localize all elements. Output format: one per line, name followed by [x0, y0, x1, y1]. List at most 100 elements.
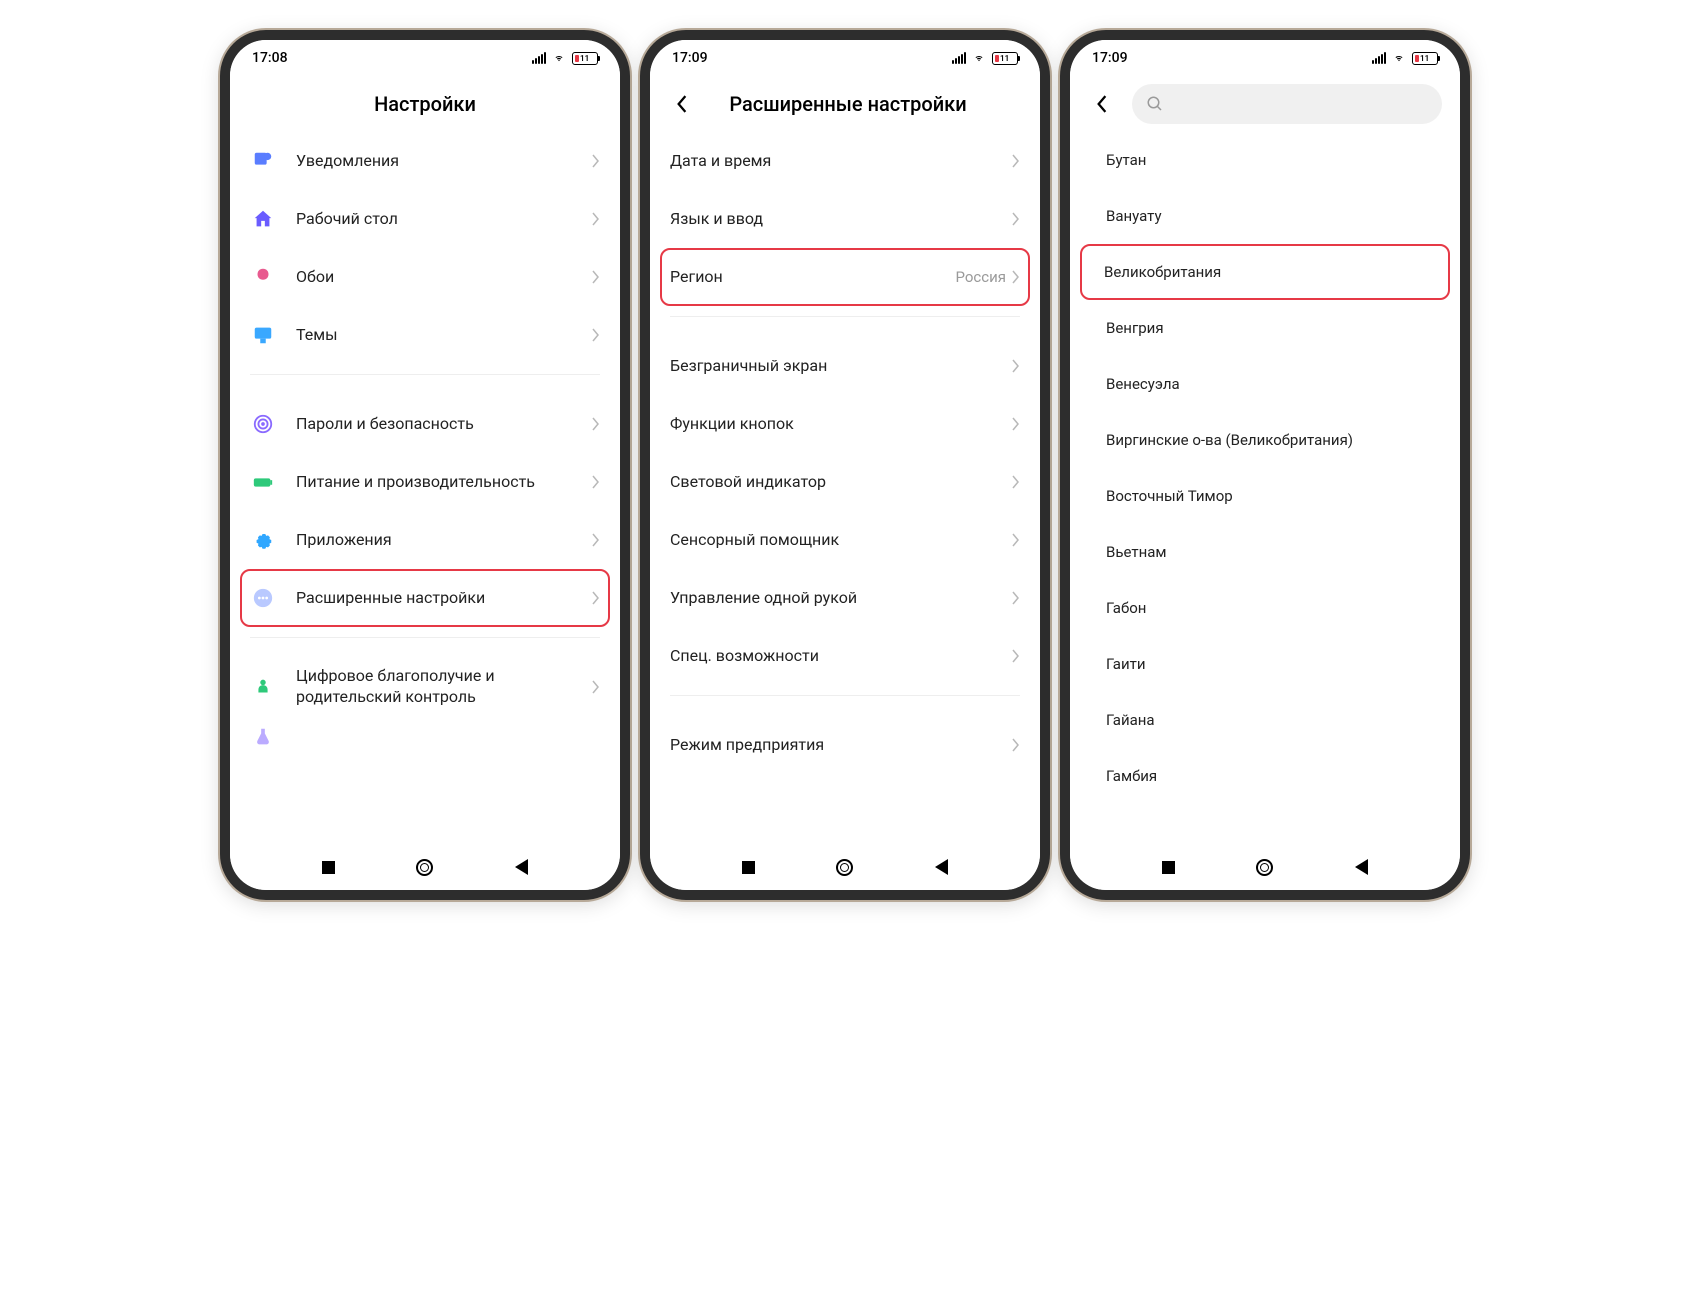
search-icon [1146, 95, 1164, 113]
chevron-right-icon [592, 475, 600, 489]
gear-icon [250, 527, 276, 553]
clock: 17:09 [1092, 50, 1128, 66]
chevron-right-icon [1012, 475, 1020, 489]
divider [670, 316, 1020, 317]
status-bar: 17:08 11 [230, 40, 620, 76]
signal-icon [1372, 52, 1386, 64]
divider [670, 695, 1020, 696]
nav-recent[interactable] [737, 856, 759, 878]
settings-advanced[interactable]: Расширенные настройки [240, 569, 610, 627]
chevron-right-icon [1012, 533, 1020, 547]
adv-datetime[interactable]: Дата и время [664, 132, 1026, 190]
status-bar: 17:09 11 [1070, 40, 1460, 76]
adv-language[interactable]: Язык и ввод [664, 190, 1026, 248]
chevron-right-icon [1012, 649, 1020, 663]
fingerprint-icon [250, 411, 276, 437]
region-gabon[interactable]: Габон [1084, 580, 1446, 636]
nav-bar [230, 844, 620, 890]
nav-bar [650, 844, 1040, 890]
signal-icon [532, 52, 546, 64]
region-bhutan[interactable]: Бутан [1084, 132, 1446, 188]
wallpaper-icon [250, 264, 276, 290]
battery-icon [250, 469, 276, 495]
back-button[interactable] [668, 90, 696, 118]
settings-themes[interactable]: Темы [244, 306, 606, 364]
region-gambia[interactable]: Гамбия [1084, 748, 1446, 804]
battery-icon: 11 [1412, 52, 1438, 65]
themes-icon [250, 322, 276, 348]
region-guyana[interactable]: Гайана [1084, 692, 1446, 748]
wellbeing-icon [250, 674, 276, 700]
status-bar: 17:09 11 [650, 40, 1040, 76]
divider [250, 637, 600, 638]
chevron-right-icon [592, 270, 600, 284]
wifi-icon [971, 52, 987, 64]
nav-back[interactable] [931, 856, 953, 878]
header: Настройки [230, 76, 620, 132]
adv-quickball[interactable]: Сенсорный помощник [664, 511, 1026, 569]
adv-onehand[interactable]: Управление одной рукой [664, 569, 1026, 627]
signal-icon [952, 52, 966, 64]
notifications-icon [250, 148, 276, 174]
region-venezuela[interactable]: Венесуэла [1084, 356, 1446, 412]
clock: 17:09 [672, 50, 708, 66]
settings-power[interactable]: Питание и производительность [244, 453, 606, 511]
nav-recent[interactable] [317, 856, 339, 878]
clock: 17:08 [252, 50, 288, 66]
settings-security[interactable]: Пароли и безопасность [244, 395, 606, 453]
chevron-right-icon [592, 417, 600, 431]
region-hungary[interactable]: Венгрия [1084, 300, 1446, 356]
battery-icon: 11 [992, 52, 1018, 65]
flask-icon [250, 724, 276, 750]
region-value: Россия [955, 268, 1006, 286]
nav-home[interactable] [1254, 856, 1276, 878]
region-timor[interactable]: Восточный Тимор [1084, 468, 1446, 524]
chevron-right-icon [1012, 417, 1020, 431]
chevron-right-icon [592, 154, 600, 168]
nav-recent[interactable] [1157, 856, 1179, 878]
header [1070, 76, 1460, 132]
chevron-right-icon [592, 680, 600, 694]
chevron-right-icon [592, 533, 600, 547]
adv-led[interactable]: Световой индикатор [664, 453, 1026, 511]
region-haiti[interactable]: Гаити [1084, 636, 1446, 692]
settings-wallpaper[interactable]: Обои [244, 248, 606, 306]
phone-advanced: 17:09 11 Расширенные настройки Дата и вр… [640, 30, 1050, 900]
phone-region-list: 17:09 11 Бутан Вануату Великобритания Ве… [1060, 30, 1470, 900]
chevron-right-icon [1012, 738, 1020, 752]
region-uk[interactable]: Великобритания [1080, 244, 1450, 300]
chevron-right-icon [1012, 359, 1020, 373]
adv-region[interactable]: Регион Россия [660, 248, 1030, 306]
nav-bar [1070, 844, 1460, 890]
chevron-right-icon [592, 328, 600, 342]
phone-settings: 17:08 11 Настройки Уведомления Рабочий с… [220, 30, 630, 900]
chevron-right-icon [1012, 154, 1020, 168]
region-vietnam[interactable]: Вьетнам [1084, 524, 1446, 580]
chevron-right-icon [592, 591, 600, 605]
wifi-icon [551, 52, 567, 64]
nav-back[interactable] [511, 856, 533, 878]
settings-notifications[interactable]: Уведомления [244, 132, 606, 190]
search-input[interactable] [1132, 84, 1442, 124]
adv-accessibility[interactable]: Спец. возможности [664, 627, 1026, 685]
adv-fullscreen[interactable]: Безграничный экран [664, 337, 1026, 395]
page-title: Настройки [374, 92, 476, 116]
wifi-icon [1391, 52, 1407, 64]
settings-cut[interactable] [244, 716, 606, 758]
region-vanuatu[interactable]: Вануату [1084, 188, 1446, 244]
back-button[interactable] [1088, 90, 1116, 118]
nav-home[interactable] [834, 856, 856, 878]
nav-home[interactable] [414, 856, 436, 878]
battery-icon: 11 [572, 52, 598, 65]
region-bvi[interactable]: Виргинские о-ва (Великобритания) [1084, 412, 1446, 468]
chevron-right-icon [592, 212, 600, 226]
nav-back[interactable] [1351, 856, 1373, 878]
more-icon [250, 585, 276, 611]
adv-buttons[interactable]: Функции кнопок [664, 395, 1026, 453]
settings-desktop[interactable]: Рабочий стол [244, 190, 606, 248]
chevron-right-icon [1012, 591, 1020, 605]
settings-wellbeing[interactable]: Цифровое благополучие и родительский кон… [244, 658, 606, 716]
adv-enterprise[interactable]: Режим предприятия [664, 716, 1026, 774]
chevron-right-icon [1012, 270, 1020, 284]
settings-apps[interactable]: Приложения [244, 511, 606, 569]
